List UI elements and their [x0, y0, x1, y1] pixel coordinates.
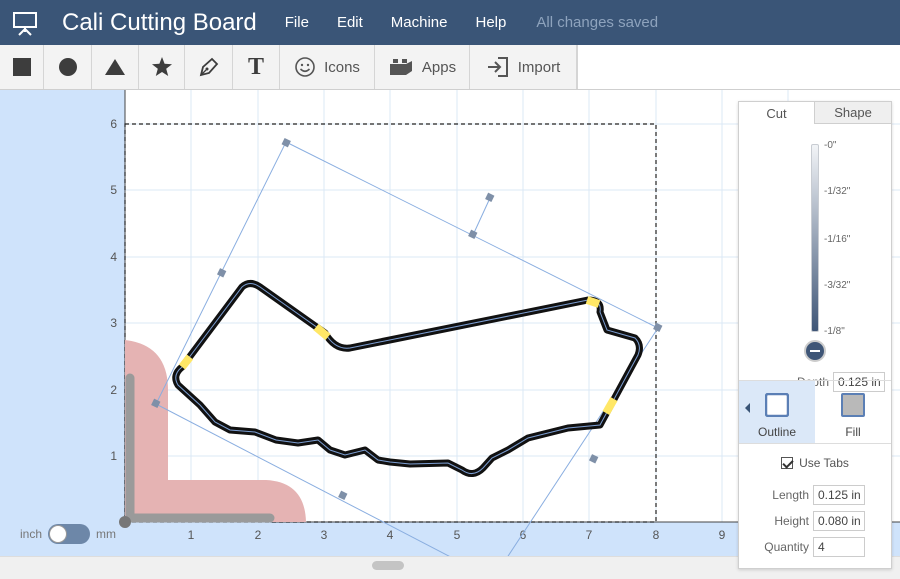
icons-label: Icons — [324, 58, 360, 76]
shape-toolbar: T Icons Apps Import — [0, 45, 900, 90]
menu-machine[interactable]: Machine — [377, 14, 462, 31]
y-tick-label: 3 — [110, 316, 117, 330]
tab-marker[interactable] — [585, 296, 601, 308]
height-input[interactable]: 0.080 in — [813, 511, 865, 531]
pen-tool-button[interactable] — [185, 45, 233, 89]
app-header: Cali Cutting Board File Edit Machine Hel… — [0, 0, 900, 45]
unit-mm-label[interactable]: mm — [96, 527, 116, 541]
star-icon — [151, 57, 172, 76]
tab-cut[interactable]: Cut — [739, 102, 815, 124]
square-icon — [12, 58, 31, 76]
apps-button[interactable]: Apps — [375, 45, 470, 89]
star-tool-button[interactable] — [139, 45, 185, 89]
depth-slider-handle[interactable] — [804, 340, 826, 362]
import-icon — [487, 57, 508, 77]
use-tabs-label[interactable]: Use Tabs — [799, 456, 849, 470]
depth-scale-label: -1/32" — [824, 186, 851, 197]
unit-inch-label[interactable]: inch — [20, 527, 42, 541]
unit-toggle: inch mm — [20, 524, 116, 544]
fill-label: Fill — [845, 425, 861, 439]
use-tabs-checkbox[interactable] — [781, 457, 794, 469]
inspector-tabs: Cut Shape — [739, 102, 891, 124]
outline-icon — [765, 393, 789, 417]
import-label: Import — [517, 58, 561, 76]
triangle-icon — [105, 59, 125, 75]
fill-icon — [841, 393, 865, 417]
unit-switch[interactable] — [48, 524, 91, 544]
length-label: Length — [772, 488, 809, 502]
scrollbar-thumb[interactable] — [372, 561, 404, 570]
cut-mode-selector: Outline Fill — [739, 380, 891, 444]
depth-scale-label: -1/16" — [824, 234, 851, 245]
tab-length-row: Length 0.125 in — [739, 485, 891, 505]
text-tool-button[interactable]: T — [233, 45, 280, 89]
y-tick-label: 6 — [110, 117, 117, 131]
icons-button[interactable]: Icons — [280, 45, 375, 89]
selected-arrow-icon — [745, 403, 750, 413]
import-button[interactable]: Import — [470, 45, 577, 89]
tab-height-row: Height 0.080 in — [739, 511, 891, 531]
y-tick-label: 4 — [110, 250, 117, 264]
x-tick-label: 5 — [454, 528, 461, 542]
easel-icon[interactable] — [0, 0, 50, 45]
switch-knob — [49, 525, 68, 543]
save-status: All changes saved — [536, 14, 659, 31]
depth-scale-label: -0" — [824, 140, 837, 151]
depth-scale-label: -1/8" — [824, 326, 845, 337]
project-title[interactable]: Cali Cutting Board — [62, 9, 257, 37]
fill-mode-button[interactable]: Fill — [815, 381, 891, 443]
quantity-label: Quantity — [764, 540, 809, 554]
origin-marker — [119, 516, 131, 528]
quantity-input[interactable]: 4 — [813, 537, 865, 557]
menu-edit[interactable]: Edit — [323, 14, 377, 31]
use-tabs-row: Use Tabs — [739, 456, 891, 470]
x-tick-label: 7 — [586, 528, 593, 542]
inspector-panel: Cut Shape -0" -1/32" -1/16" -3/32" -1/8"… — [738, 101, 892, 569]
x-tick-label: 1 — [188, 528, 195, 542]
triangle-tool-button[interactable] — [92, 45, 139, 89]
smiley-icon — [295, 57, 315, 77]
outline-label: Outline — [757, 425, 797, 439]
x-tick-label: 4 — [387, 528, 394, 542]
circle-tool-button[interactable] — [44, 45, 92, 89]
depth-slider-area: -0" -1/32" -1/16" -3/32" -1/8" Depth 0.1… — [739, 124, 891, 392]
x-tick-label: 8 — [653, 528, 660, 542]
y-tick-label: 2 — [110, 383, 117, 397]
x-tick-label: 3 — [321, 528, 328, 542]
y-tick-label: 5 — [110, 183, 117, 197]
apps-label: Apps — [421, 58, 457, 76]
tab-quantity-row: Quantity 4 — [739, 537, 891, 557]
length-input[interactable]: 0.125 in — [813, 485, 865, 505]
menu-help[interactable]: Help — [462, 14, 521, 31]
x-tick-label: 9 — [719, 528, 726, 542]
tab-shape[interactable]: Shape — [815, 102, 891, 124]
square-tool-button[interactable] — [0, 45, 44, 89]
height-label: Height — [774, 514, 809, 528]
y-tick-label: 1 — [110, 449, 117, 463]
pen-icon — [199, 57, 218, 77]
depth-slider-track[interactable] — [811, 144, 819, 332]
lego-brick-icon — [389, 59, 412, 75]
x-tick-label: 2 — [255, 528, 262, 542]
menu-file[interactable]: File — [271, 14, 323, 31]
outline-mode-button[interactable]: Outline — [739, 381, 815, 443]
toolbar-spacer — [577, 45, 900, 89]
depth-scale-label: -3/32" — [824, 280, 851, 291]
text-icon: T — [247, 53, 264, 80]
circle-icon — [58, 58, 77, 76]
